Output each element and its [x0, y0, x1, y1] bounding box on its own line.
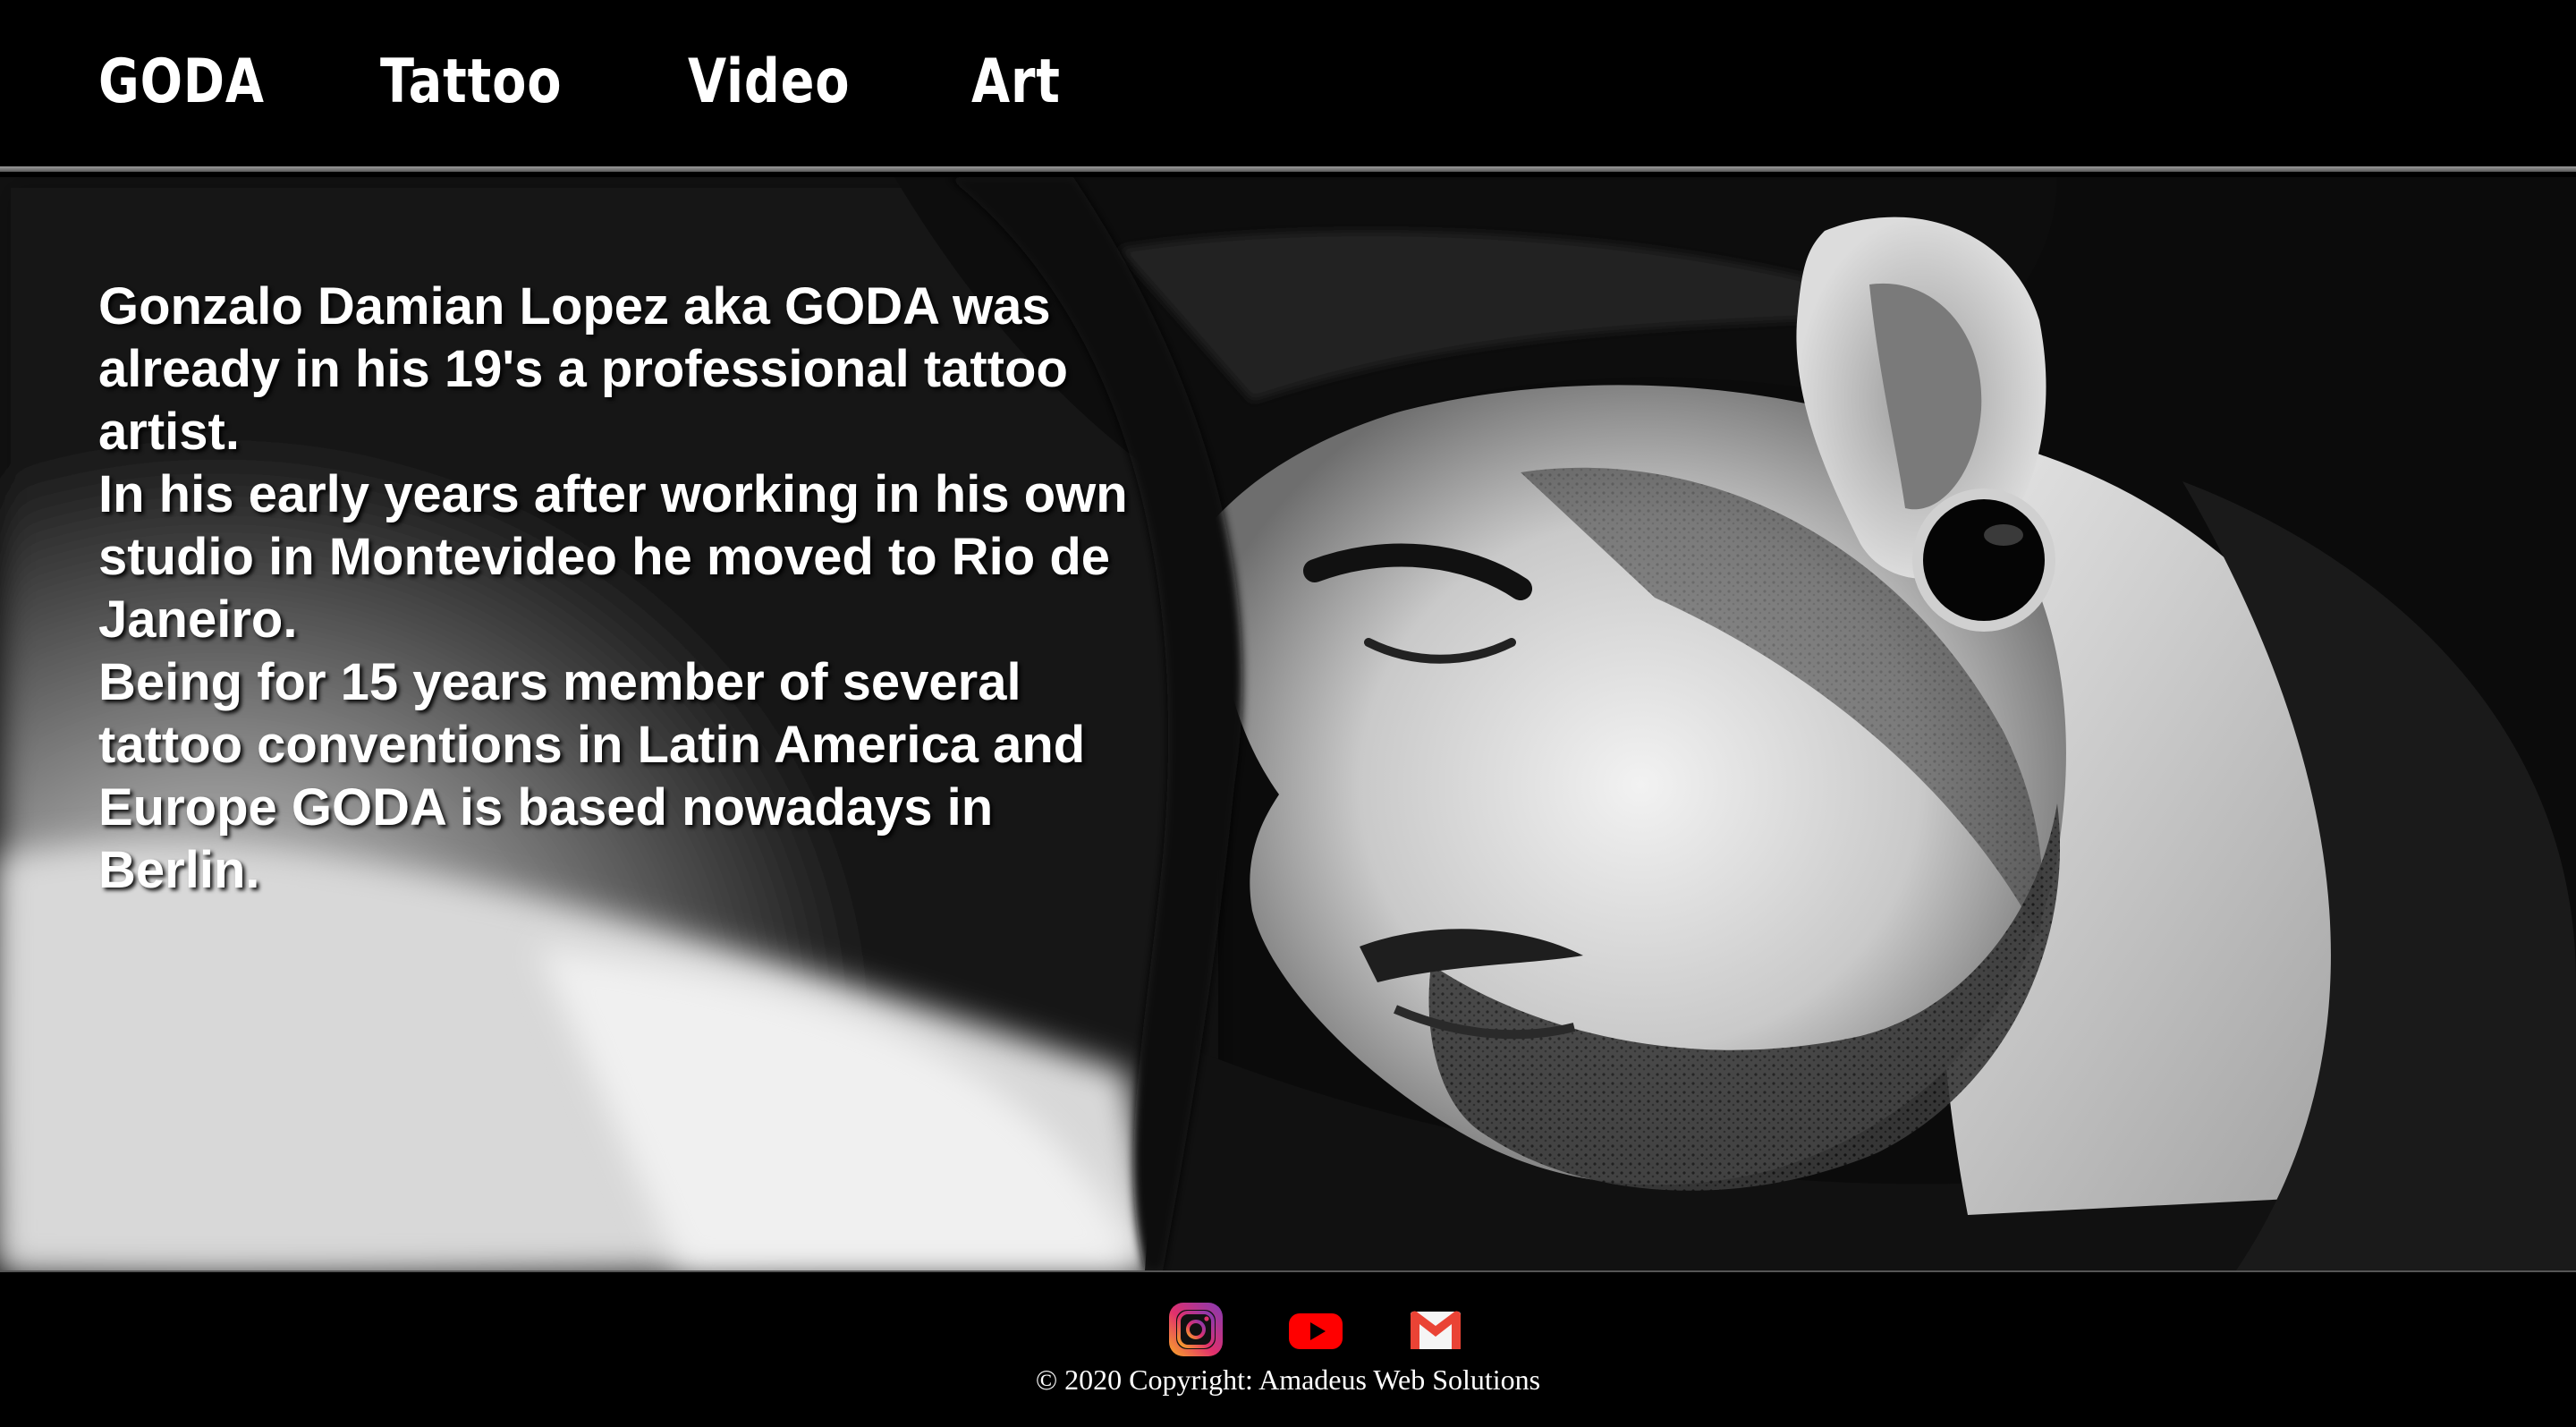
bio-paragraph: Being for 15 years member of several tat… [98, 653, 1086, 899]
bio-text: Gonzalo Damian Lopez aka GODA was alread… [98, 276, 1154, 902]
copyright-text: © 2020 Copyright: Amadeus Web Solutions [1035, 1363, 1541, 1396]
nav-brand-goda[interactable]: GODA [98, 43, 265, 122]
bio-paragraph: In his early years after working in his … [98, 465, 1128, 649]
instagram-icon [1169, 1303, 1223, 1356]
social-links [1167, 1301, 1464, 1358]
site-header: GODA Tattoo Video Art [0, 0, 2576, 166]
nav-item-art[interactable]: Art [971, 43, 1061, 122]
gmail-link[interactable] [1407, 1301, 1464, 1358]
nav-item-tattoo[interactable]: Tattoo [380, 43, 562, 122]
site-footer: © 2020 Copyright: Amadeus Web Solutions [0, 1270, 2576, 1427]
nav-item-video[interactable]: Video [688, 43, 850, 122]
hero-section: Gonzalo Damian Lopez aka GODA was alread… [0, 177, 2576, 1270]
bio-paragraph: Gonzalo Damian Lopez aka GODA was alread… [98, 277, 1068, 461]
instagram-link[interactable] [1167, 1301, 1224, 1358]
gmail-icon [1411, 1311, 1461, 1349]
youtube-link[interactable] [1287, 1301, 1344, 1358]
main-nav: GODA Tattoo Video Art [98, 43, 1166, 122]
header-divider [0, 166, 2576, 172]
youtube-icon [1289, 1313, 1343, 1349]
